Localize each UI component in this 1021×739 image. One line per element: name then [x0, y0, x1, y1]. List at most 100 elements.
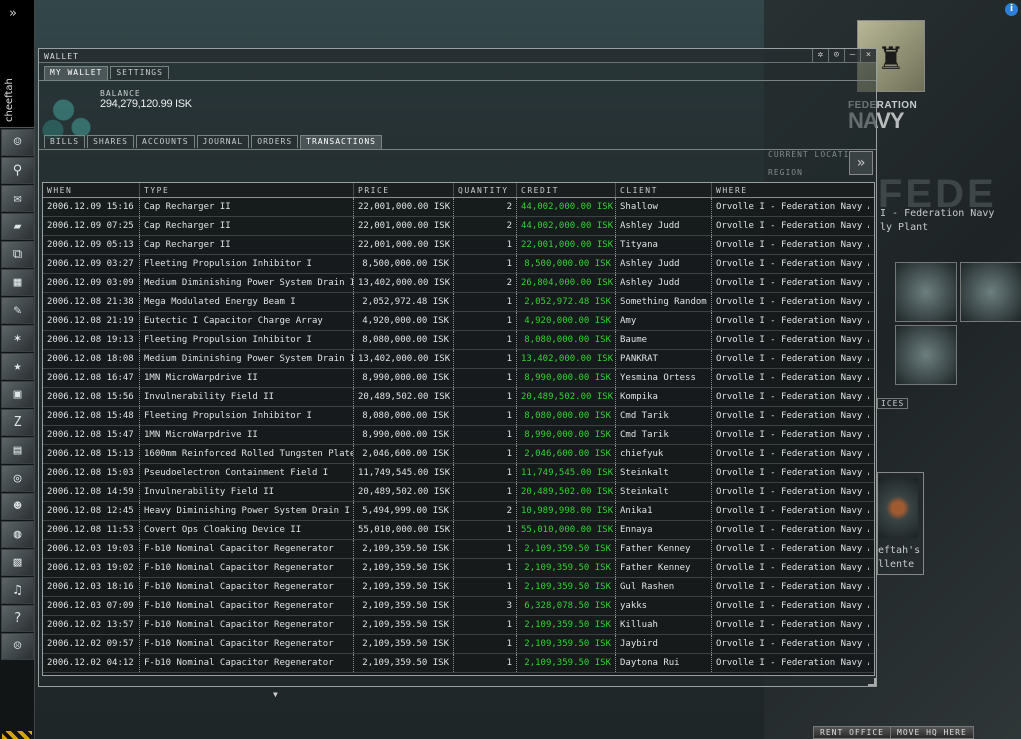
table-row[interactable]: 2006.12.02 04:12 F-b10 Nominal Capacitor …: [43, 654, 874, 673]
cell-where: Orvolle I - Federation Navy Assem: [716, 202, 869, 212]
table-row[interactable]: 2006.12.09 03:09 Medium Diminishing Power…: [43, 274, 874, 293]
table-row[interactable]: 2006.12.03 07:09 F-b10 Nominal Capacitor …: [43, 597, 874, 616]
table-row[interactable]: 2006.12.08 15:03 Pseudoelectron Containme…: [43, 464, 874, 483]
cell-client: Gul Rashen: [616, 578, 712, 596]
ship-frame[interactable]: eftah's llente: [877, 472, 924, 575]
tab-bills[interactable]: BILLS: [44, 135, 86, 148]
pin-icon[interactable]: ⊙: [828, 49, 844, 63]
wallet-icon[interactable]: Z: [1, 409, 34, 436]
cell-credit: 2,052,972.48 ISK: [517, 293, 616, 311]
cell-when: 2006.12.08 11:53: [43, 521, 140, 539]
column-credit[interactable]: CREDIT: [517, 183, 616, 197]
character-sheet-icon[interactable]: ☺: [1, 129, 34, 156]
table-row[interactable]: 2006.12.09 15:16 Cap Recharger II 22,001,0…: [43, 198, 874, 217]
table-row[interactable]: 2006.12.08 15:13 1600mm Reinforced Rolled…: [43, 445, 874, 464]
journal-icon[interactable]: ▧: [1, 549, 34, 576]
table-row[interactable]: 2006.12.09 03:27 Fleeting Propulsion Inhi…: [43, 255, 874, 274]
help-info-icon[interactable]: ?: [1, 605, 34, 632]
table-row[interactable]: 2006.12.09 07:25 Cap Recharger II 22,001,0…: [43, 217, 874, 236]
market-icon[interactable]: ▦: [1, 269, 34, 296]
info-icon[interactable]: i: [1005, 3, 1018, 16]
mail-icon[interactable]: ✉: [1, 185, 34, 212]
table-row[interactable]: 2006.12.02 13:57 F-b10 Nominal Capacitor …: [43, 616, 874, 635]
minimize-icon[interactable]: –: [844, 49, 860, 63]
table-row[interactable]: 2006.12.03 19:03 F-b10 Nominal Capacitor …: [43, 540, 874, 559]
service-icon-1[interactable]: [895, 262, 957, 322]
column-where[interactable]: WHERE: [712, 183, 869, 197]
cell-type: Invulnerability Field II: [140, 483, 354, 501]
column-client[interactable]: CLIENT: [616, 183, 712, 197]
cell-type: 1MN MicroWarpdrive II: [140, 426, 354, 444]
settings-icon[interactable]: ✲: [812, 49, 828, 63]
table-row[interactable]: 2006.12.08 14:59 Invulnerability Field II…: [43, 483, 874, 502]
service-icon-3[interactable]: [895, 325, 957, 385]
tab-accounts[interactable]: ACCOUNTS: [136, 135, 195, 148]
table-row[interactable]: 2006.12.08 19:13 Fleeting Propulsion Inhi…: [43, 331, 874, 350]
table-row[interactable]: 2006.12.08 12:45 Heavy Diminishing Power …: [43, 502, 874, 521]
cell-price: 20,489,502.00 ISK: [354, 483, 454, 501]
table-row[interactable]: 2006.12.08 16:47 1MN MicroWarpdrive II 8,9…: [43, 369, 874, 388]
cell-client: yakks: [616, 597, 712, 615]
browser-icon[interactable]: ◍: [1, 521, 34, 548]
tab-my-wallet[interactable]: MY WALLET: [44, 66, 109, 80]
cell-credit: 26,804,000.00 ISK: [517, 274, 616, 292]
column-type[interactable]: TYPE: [140, 183, 354, 197]
table-row[interactable]: 2006.12.08 15:56 Invulnerability Field II…: [43, 388, 874, 407]
cell-when: 2006.12.08 21:38: [43, 293, 140, 311]
column-price[interactable]: PRICE: [354, 183, 454, 197]
cell-quantity: 1: [454, 635, 517, 653]
tab-orders[interactable]: ORDERS: [251, 135, 299, 148]
map-icon[interactable]: ✶: [1, 325, 34, 352]
column-when[interactable]: WHEN: [43, 183, 140, 197]
assets-icon[interactable]: ⧉: [1, 241, 34, 268]
table-row[interactable]: 2006.12.03 19:02 F-b10 Nominal Capacitor …: [43, 559, 874, 578]
tab-transactions[interactable]: TRANSACTIONS: [300, 135, 382, 149]
contracts-icon[interactable]: ✎: [1, 297, 34, 324]
resize-handle[interactable]: [868, 678, 876, 686]
table-row[interactable]: 2006.12.02 09:57 F-b10 Nominal Capacitor …: [43, 635, 874, 654]
move-hq-button[interactable]: MOVE HQ HERE: [890, 726, 974, 739]
table-row[interactable]: 2006.12.08 21:38 Mega Modulated Energy Be…: [43, 293, 874, 312]
cargo-icon[interactable]: ▣: [1, 381, 34, 408]
offices-tab[interactable]: ICES: [877, 398, 909, 409]
table-row[interactable]: 2006.12.08 15:47 1MN MicroWarpdrive II 8,9…: [43, 426, 874, 445]
tab-journal[interactable]: JOURNAL: [196, 135, 250, 148]
dropdown-arrow-icon[interactable]: ▼: [273, 690, 278, 699]
table-row[interactable]: 2006.12.08 15:48 Fleeting Propulsion Inhi…: [43, 407, 874, 426]
character-name[interactable]: cheeftah: [4, 78, 15, 122]
divider: [39, 149, 876, 150]
cell-type: F-b10 Nominal Capacitor Regenerator: [140, 578, 354, 596]
people-and-places-icon[interactable]: ⚲: [1, 157, 34, 184]
route-arrow-button[interactable]: »: [849, 151, 873, 175]
cell-quantity: 3: [454, 597, 517, 615]
cell-when: 2006.12.08 15:13: [43, 445, 140, 463]
divider: [39, 80, 876, 81]
audio-icon[interactable]: ♫: [1, 577, 34, 604]
chat-icon[interactable]: ☻: [1, 493, 34, 520]
tab-settings[interactable]: SETTINGS: [110, 66, 169, 79]
table-row[interactable]: 2006.12.08 21:19 Eutectic I Capacitor Cha…: [43, 312, 874, 331]
notepad-icon[interactable]: ▰: [1, 213, 34, 240]
service-icon-2[interactable]: [960, 262, 1021, 322]
wallet-titlebar[interactable]: WALLET ✲ ⊙ – ×: [39, 49, 876, 63]
cell-client: Anika1: [616, 502, 712, 520]
portrait-icon[interactable]: ☹: [1, 633, 34, 660]
close-icon[interactable]: ×: [860, 49, 876, 63]
tab-shares[interactable]: SHARES: [87, 135, 134, 148]
table-row[interactable]: 2006.12.09 05:13 Cap Recharger II 22,001,0…: [43, 236, 874, 255]
cell-quantity: 2: [454, 217, 517, 235]
cell-where: Orvolle I - Federation Navy Assem: [716, 601, 869, 611]
column-quantity[interactable]: QUANTITY: [454, 183, 517, 197]
expand-icon[interactable]: »: [9, 6, 17, 21]
help-icon[interactable]: ◎: [1, 465, 34, 492]
cell-credit: 2,046,600.00 ISK: [517, 445, 616, 463]
table-row[interactable]: 2006.12.08 11:53 Covert Ops Cloaking Devi…: [43, 521, 874, 540]
cell-price: 2,109,359.50 ISK: [354, 654, 454, 672]
table-row[interactable]: 2006.12.08 18:08 Medium Diminishing Power…: [43, 350, 874, 369]
table-row[interactable]: 2006.12.03 18:16 F-b10 Nominal Capacitor …: [43, 578, 874, 597]
calculator-icon[interactable]: ▤: [1, 437, 34, 464]
rent-office-button[interactable]: RENT OFFICE: [813, 726, 891, 739]
corporation-icon[interactable]: ★: [1, 353, 34, 380]
cell-when: 2006.12.03 07:09: [43, 597, 140, 615]
cell-price: 2,109,359.50 ISK: [354, 559, 454, 577]
